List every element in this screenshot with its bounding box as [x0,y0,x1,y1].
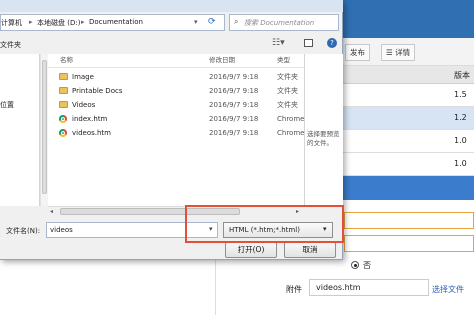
nav-scroll-thumb[interactable] [42,60,47,194]
file-date: 2016/9/7 9:18 [209,129,259,137]
refresh-icon[interactable]: ⟳ [208,17,216,27]
file-name: Image [72,73,94,81]
list-item[interactable]: videos.htm 2016/9/7 9:18 Chrome [48,126,304,140]
open-button[interactable]: 打开(O) [225,242,277,258]
file-date: 2016/9/7 9:18 [209,73,259,81]
table-row[interactable]: 1.2 [343,107,474,130]
cancel-button-label: 取消 [302,245,318,254]
file-date: 2016/9/7 9:18 [209,115,259,123]
search-placeholder: 搜索 Documentation [244,19,315,27]
preview-pane-icon[interactable] [304,39,313,47]
table-row[interactable]: 1.0 [343,130,474,153]
address-bar[interactable]: 计算机 ▸ 本地磁盘 (D:) ▸ Documentation ▾ ⟳ [0,14,225,31]
chrome-icon [59,115,67,123]
preview-text-line-2: 的文件。 [307,139,333,147]
open-button-label: 打开(O) [237,245,265,254]
breadcrumb-drive[interactable]: 本地磁盘 (D:) [37,18,80,28]
version-cell: 1.5 [454,90,467,99]
form-field-2[interactable] [344,235,474,252]
file-name: Videos [72,101,96,109]
file-type: Chrome [277,129,304,137]
column-header-type[interactable]: 类型 [277,54,290,67]
breadcrumb-separator-icon: ▸ [29,18,33,26]
choose-file-link[interactable]: 选择文件 [432,284,464,295]
radio-no-label: 否 [363,261,371,270]
help-icon[interactable]: ? [327,38,337,48]
list-icon: ☰ [386,48,393,57]
form-field-1[interactable] [344,212,474,229]
table-row[interactable]: 1.0 [343,153,474,176]
file-name: index.htm [72,115,108,123]
version-cell: 1.0 [454,159,467,168]
version-cell: 1.2 [454,113,467,122]
version-column-header: 版本 [454,71,470,80]
file-type: 文件夹 [277,101,298,109]
nav-item-location[interactable]: 位置 [0,100,14,110]
details-label: 详情 [395,48,411,57]
attachment-value: videos.htm [316,283,361,292]
column-header-name[interactable]: 名称 [60,54,73,67]
file-type: Chrome [277,115,304,123]
publish-button[interactable]: 发布 [345,44,370,61]
scroll-left-icon[interactable]: ◂ [50,208,53,215]
dialog-toolbar: 文件夹 ☷▾ ? [0,34,343,54]
navigation-pane: 位置 [0,54,40,206]
column-header-date[interactable]: 修改日期 [209,54,235,67]
search-input[interactable]: ⌕ 搜索 Documentation [229,14,339,31]
table-row[interactable]: 1.5 [343,84,474,107]
nav-scrollbar[interactable] [40,54,48,206]
grid-header: 版本 [343,66,474,84]
breadcrumb-folder[interactable]: Documentation [89,18,143,26]
file-date: 2016/9/7 9:18 [209,87,259,95]
cancel-button[interactable]: 取消 [284,242,336,258]
search-icon: ⌕ [234,17,239,26]
chevron-down-icon[interactable]: ▾ [194,18,198,26]
folder-icon [59,87,68,94]
version-grid: 版本 1.5 1.2 1.0 1.0 [343,66,474,176]
filename-label: 文件名(N): [6,227,41,235]
column-divider [48,67,304,68]
list-item[interactable]: Image 2016/9/7 9:18 文件夹 [48,70,304,84]
file-list: 名称 修改日期 类型 Image 2016/9/7 9:18 文件夹 Print… [48,54,304,206]
list-item[interactable]: Videos 2016/9/7 9:18 文件夹 [48,98,304,112]
file-type: 文件夹 [277,73,298,81]
chrome-icon [59,129,67,137]
view-options-icon[interactable]: ☷▾ [272,38,285,48]
folder-icon [59,101,68,108]
publish-label: 发布 [350,48,365,57]
file-name: videos.htm [72,129,111,137]
folder-icon [59,73,68,80]
dialog-titlebar [0,0,343,12]
attachment-field[interactable]: videos.htm [309,279,429,296]
attachment-label: 附件 [286,285,302,294]
highlight-box [185,205,344,243]
file-type: 文件夹 [277,87,298,95]
file-name: Printable Docs [72,87,123,95]
version-cell: 1.0 [454,136,467,145]
preview-pane: 选择要预览 的文件。 [304,54,343,206]
breadcrumb-separator-icon: ▸ [81,18,85,26]
details-button[interactable]: ☰ 详情 [381,44,416,61]
breadcrumb-computer[interactable]: 计算机 [1,18,22,28]
list-item[interactable]: index.htm 2016/9/7 9:18 Chrome [48,112,304,126]
new-folder-button[interactable]: 文件夹 [0,40,21,50]
radio-no[interactable] [351,261,359,269]
file-date: 2016/9/7 9:18 [209,101,259,109]
app-toolbar: 发布 ☰ 详情 [343,38,474,66]
filename-value: videos [50,226,73,234]
list-item[interactable]: Printable Docs 2016/9/7 9:18 文件夹 [48,84,304,98]
